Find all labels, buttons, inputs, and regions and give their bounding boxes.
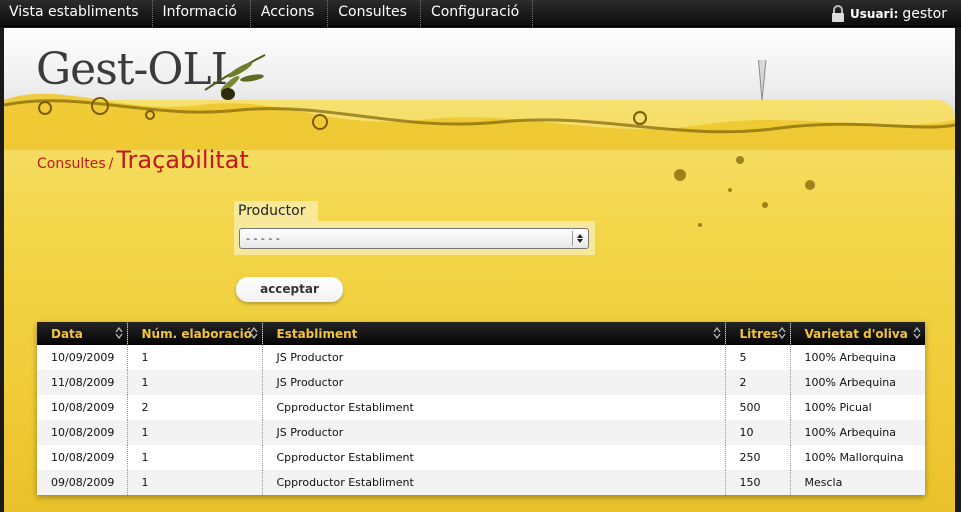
main-menu: Vista establiments Informació Accions Co…: [0, 0, 961, 27]
table-row[interactable]: 11/08/2009 1 JS Productor 2 100% Arbequi…: [37, 370, 925, 395]
cell-litres: 5: [725, 345, 791, 370]
cell-litres: 10: [725, 420, 791, 445]
cell-data: 10/09/2009: [37, 345, 128, 370]
cell-num-elaboracio: 1: [127, 470, 263, 495]
table-row[interactable]: 10/08/2009 2 Cpproductor Establiment 500…: [37, 395, 925, 420]
breadcrumb-parent[interactable]: Consultes: [37, 156, 106, 172]
cell-data: 10/08/2009: [37, 395, 128, 420]
cell-data: 11/08/2009: [37, 370, 128, 395]
cell-varietat: 100% Arbequina: [804, 376, 896, 389]
cell-establiment: Cpproductor Establiment: [262, 470, 726, 495]
table-row[interactable]: 10/09/2009 1 JS Productor 5 100% Arbequi…: [37, 345, 925, 370]
cell-data: 10/08/2009: [37, 420, 128, 445]
cell-num-elaboracio: 1: [127, 445, 263, 470]
sort-icon: [777, 327, 786, 339]
cell-varietat: 100% Arbequina: [804, 351, 896, 364]
cell-establiment: Cpproductor Establiment: [262, 445, 726, 470]
page-title: Traçabilitat: [116, 146, 249, 174]
app-logo[interactable]: Gest-OLI: [36, 44, 228, 95]
column-header-litres[interactable]: Litres: [725, 322, 791, 345]
olive-branch-icon: [204, 54, 266, 100]
cell-varietat: Mescla: [804, 476, 843, 489]
table-row[interactable]: 09/08/2009 1 Cpproductor Establiment 150…: [37, 470, 925, 495]
producer-label: Productor: [238, 203, 306, 219]
menu-item-configuracio[interactable]: Configuració: [421, 0, 534, 27]
table-header-row: Data Núm. elaboració Establiment Litres …: [37, 322, 925, 345]
column-header-establiment[interactable]: Establiment: [262, 322, 726, 345]
cell-establiment: JS Productor: [262, 345, 726, 370]
breadcrumb-separator: /: [108, 156, 114, 172]
table-row[interactable]: 10/08/2009 1 JS Productor 10 100% Arbequ…: [37, 420, 925, 445]
cell-varietat: 100% Arbequina: [804, 426, 896, 439]
breadcrumb: Consultes / Traçabilitat: [37, 146, 249, 174]
sort-icon: [114, 327, 123, 339]
user-name[interactable]: gestor: [902, 6, 947, 22]
column-header-varietat[interactable]: Varietat d'oliva: [790, 322, 925, 345]
cell-establiment: Cpproductor Establiment: [262, 395, 726, 420]
cell-data: 10/08/2009: [37, 445, 128, 470]
cell-litres: 150: [725, 470, 791, 495]
traceability-table: Data Núm. elaboració Establiment Litres …: [37, 322, 925, 495]
cell-data: 09/08/2009: [37, 470, 128, 495]
column-header-num-elaboracio[interactable]: Núm. elaboració: [127, 322, 263, 345]
menu-item-consultes[interactable]: Consultes: [328, 0, 421, 27]
user-label: Usuari:: [850, 6, 899, 21]
cell-num-elaboracio: 1: [127, 420, 263, 445]
cell-litres: 2: [725, 370, 791, 395]
menu-item-accions[interactable]: Accions: [251, 0, 329, 27]
user-info: Usuari: gestor: [830, 0, 947, 27]
sort-icon: [913, 327, 921, 339]
column-header-data[interactable]: Data: [37, 322, 128, 345]
select-arrows-icon: [572, 231, 586, 246]
top-nav-bar: Vista establiments Informació Accions Co…: [0, 0, 961, 27]
producer-select[interactable]: - - - - -: [239, 228, 589, 249]
sort-icon: [712, 327, 721, 339]
cell-varietat: 100% Picual: [804, 401, 872, 414]
menu-item-vista-establiments[interactable]: Vista establiments: [0, 0, 153, 27]
cell-litres: 250: [725, 445, 791, 470]
sort-icon: [249, 327, 258, 339]
producer-select-value: - - - - -: [246, 232, 280, 245]
cell-num-elaboracio: 1: [127, 345, 263, 370]
menu-item-informacio[interactable]: Informació: [153, 0, 251, 27]
cell-varietat: 100% Mallorquina: [804, 451, 904, 464]
table-row[interactable]: 10/08/2009 1 Cpproductor Establiment 250…: [37, 445, 925, 470]
cell-establiment: JS Productor: [262, 370, 726, 395]
cell-establiment: JS Productor: [262, 420, 726, 445]
cell-num-elaboracio: 2: [127, 395, 263, 420]
lock-icon: [832, 4, 845, 22]
cell-num-elaboracio: 1: [127, 370, 263, 395]
accept-button[interactable]: acceptar: [236, 277, 343, 302]
cell-litres: 500: [725, 395, 791, 420]
